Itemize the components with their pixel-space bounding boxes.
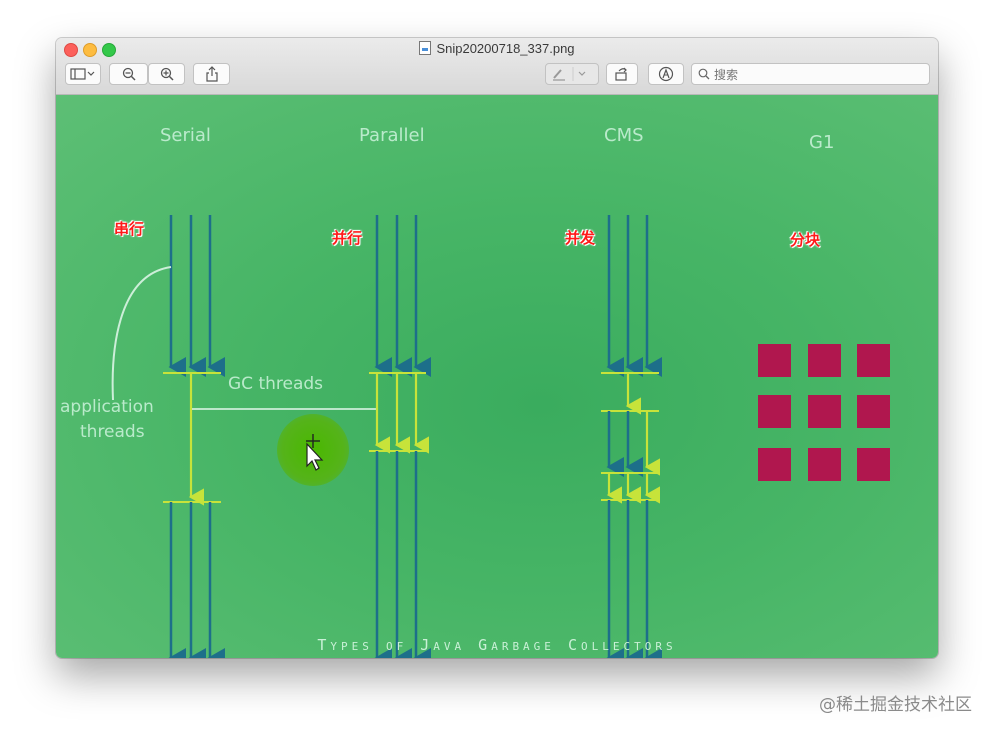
markup-pen-button[interactable] bbox=[545, 63, 599, 85]
annotation-parallel-zh: 并行 bbox=[332, 229, 363, 247]
search-input[interactable] bbox=[712, 65, 926, 85]
column-title-serial: Serial bbox=[160, 125, 211, 146]
preview-window: Snip20200718_337.png 搜索 Serial Parallel … bbox=[56, 38, 938, 658]
application-threads-label-2: threads bbox=[80, 422, 145, 442]
serial-threads bbox=[163, 215, 225, 658]
g1-region-block bbox=[758, 344, 791, 377]
g1-region-block bbox=[808, 395, 841, 428]
png-file-icon bbox=[419, 41, 432, 55]
column-title-parallel: Parallel bbox=[359, 125, 425, 146]
g1-region-block bbox=[857, 344, 890, 377]
cursor-highlight bbox=[277, 414, 349, 486]
markup-circle-icon bbox=[658, 66, 674, 82]
zoom-out-icon bbox=[122, 67, 136, 81]
zoom-in-icon bbox=[160, 67, 174, 81]
sidebar-toggle-button[interactable] bbox=[65, 63, 101, 85]
sidebar-toggle-icon bbox=[70, 68, 95, 80]
share-icon bbox=[205, 66, 218, 82]
g1-region-block bbox=[857, 448, 890, 481]
window-title-text: Snip20200718_337.png bbox=[436, 41, 575, 56]
title-bar: Snip20200718_337.png bbox=[56, 38, 938, 95]
rotate-icon bbox=[615, 67, 627, 81]
application-threads-label-1: application bbox=[60, 397, 154, 417]
move-cursor-icon bbox=[306, 434, 324, 471]
gc-diagram bbox=[111, 215, 890, 658]
image-canvas: Serial Parallel CMS G1 串行 并行 并发 分块 appli… bbox=[56, 95, 938, 658]
g1-region-block bbox=[857, 395, 890, 428]
annotation-serial-zh: 串行 bbox=[114, 220, 145, 238]
search-field[interactable] bbox=[691, 63, 930, 85]
rotate-button[interactable] bbox=[606, 63, 638, 85]
g1-region-block bbox=[808, 344, 841, 377]
annotation-concurrent-zh: 并发 bbox=[565, 229, 596, 247]
window-title: Snip20200718_337.png bbox=[56, 41, 938, 56]
zoom-in-button[interactable] bbox=[148, 63, 185, 85]
cms-threads bbox=[601, 215, 662, 658]
parallel-threads bbox=[369, 215, 431, 658]
app-threads-pointer bbox=[111, 266, 172, 401]
share-button[interactable] bbox=[193, 63, 230, 85]
zoom-out-button[interactable] bbox=[109, 63, 148, 85]
g1-region-block bbox=[808, 448, 841, 481]
markup-toolbar-button[interactable] bbox=[648, 63, 684, 85]
g1-region-block bbox=[758, 448, 791, 481]
pen-icon bbox=[553, 67, 586, 81]
annotation-region-zh: 分块 bbox=[790, 231, 821, 249]
gc-threads-label: GC threads bbox=[228, 374, 324, 394]
column-title-cms: CMS bbox=[604, 125, 644, 146]
g1-region-grid bbox=[758, 344, 890, 481]
image-caption: Types of Java Garbage Collectors bbox=[317, 636, 677, 654]
juejin-watermark: @稀土掘金技术社区 bbox=[819, 695, 972, 715]
column-title-g1: G1 bbox=[809, 132, 835, 153]
g1-region-block bbox=[758, 395, 791, 428]
search-icon bbox=[698, 68, 710, 80]
